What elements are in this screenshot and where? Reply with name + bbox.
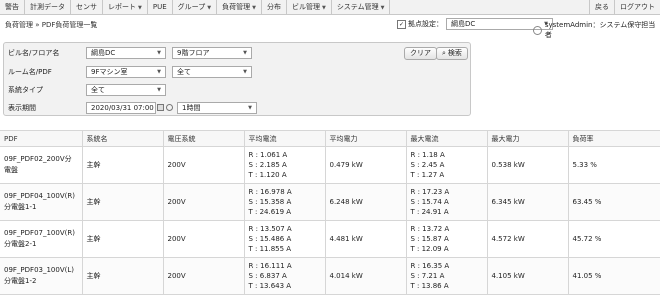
load-rate-cell: 41.05 %: [567, 257, 660, 295]
top-nav: 警告 計測データ センサ レポート ▼ PUE グループ ▼ 負荷管理 ▼ 分布 ビル…: [0, 0, 660, 15]
table-row[interactable]: 09F_PDF07_100V(R)分電盤2-1 主幹 200V R : 13.5…: [0, 220, 660, 258]
site-setting: ✓ 拠点設定： 綱島DC ▼: [397, 18, 553, 30]
nav-item-alerts[interactable]: 警告: [0, 0, 25, 14]
avg-current-cell: R : 16.111 AS : 6.837 AT : 13.643 A: [243, 257, 325, 295]
max-power-cell: 4.105 kW: [486, 257, 568, 295]
caret-down-icon: ▼: [321, 5, 326, 11]
pdf-select[interactable]: 全て ▼: [172, 66, 252, 78]
user-icon: [533, 25, 542, 35]
system-type-select[interactable]: 全て ▼: [86, 84, 166, 96]
pdf-cell[interactable]: 09F_PDF02_200V分電盤: [0, 146, 82, 184]
max-current-cell: R : 16.35 AS : 7.21 AT : 13.86 A: [405, 257, 487, 295]
table-header-row: PDF 系統名 電圧系統 平均電流 平均電力 最大電流 最大電力 負荷率: [0, 130, 660, 147]
nav-item-distribution[interactable]: 分布: [262, 0, 287, 14]
chevron-down-icon: ▼: [243, 50, 247, 56]
load-rate-cell: 45.72 %: [567, 220, 660, 258]
pdf-cell[interactable]: 09F_PDF04_100V(R)分電盤1-1: [0, 183, 82, 221]
system-cell: 主幹: [81, 257, 163, 295]
user-info: systemAdmin：システム保守担当者: [533, 20, 660, 40]
load-rate-cell: 63.45 %: [567, 183, 660, 221]
system-cell: 主幹: [81, 146, 163, 184]
col-header-voltage[interactable]: 電圧系統: [162, 130, 244, 147]
voltage-cell: 200V: [162, 146, 244, 184]
avg-power-cell: 4.014 kW: [324, 257, 406, 295]
search-button[interactable]: ⌕ 検索: [436, 47, 468, 60]
user-label: systemAdmin：システム保守担当者: [544, 21, 656, 39]
range-select[interactable]: 1時間 ▼: [177, 102, 257, 114]
nav-item-sensors[interactable]: センサ: [71, 0, 103, 14]
breadcrumb: 負荷管理 » PDF負荷管理一覧: [5, 21, 98, 29]
col-header-max-current[interactable]: 最大電流: [405, 130, 487, 147]
col-header-load-rate[interactable]: 負荷率: [567, 130, 660, 147]
nav-item-building-management[interactable]: ビル管理 ▼: [287, 0, 332, 14]
pdf-cell[interactable]: 09F_PDF03_100V(L)分電盤1-2: [0, 257, 82, 295]
logout-button[interactable]: ログアウト: [614, 0, 660, 14]
system-type-label: 系統タイプ: [8, 86, 43, 94]
chevron-down-icon: ▼: [157, 69, 161, 75]
pdf-cell[interactable]: 09F_PDF07_100V(R)分電盤2-1: [0, 220, 82, 258]
nav-item-pue[interactable]: PUE: [148, 0, 173, 14]
site-label: 拠点設定：: [408, 20, 443, 28]
caret-down-icon: ▼: [380, 5, 385, 11]
nav-item-reports[interactable]: レポート ▼: [103, 0, 148, 14]
max-current-cell: R : 13.72 AS : 15.87 AT : 12.09 A: [405, 220, 487, 258]
voltage-cell: 200V: [162, 220, 244, 258]
avg-current-cell: R : 16.978 AS : 15.358 AT : 24.619 A: [243, 183, 325, 221]
system-cell: 主幹: [81, 220, 163, 258]
max-power-cell: 0.538 kW: [486, 146, 568, 184]
table-row[interactable]: 09F_PDF04_100V(R)分電盤1-1 主幹 200V R : 16.9…: [0, 183, 660, 221]
voltage-cell: 200V: [162, 257, 244, 295]
chevron-down-icon: ▼: [243, 69, 247, 75]
avg-current-cell: R : 13.507 AS : 15.486 AT : 11.855 A: [243, 220, 325, 258]
room-pdf-label: ルーム名/PDF: [8, 68, 52, 76]
clock-icon[interactable]: [166, 104, 173, 111]
col-header-pdf[interactable]: PDF: [0, 130, 82, 147]
avg-power-cell: 4.481 kW: [324, 220, 406, 258]
nav-item-system-management[interactable]: システム管理 ▼: [332, 0, 391, 14]
max-current-cell: R : 1.18 AS : 2.45 AT : 1.27 A: [405, 146, 487, 184]
building-select[interactable]: 綱島DC ▼: [86, 47, 166, 59]
nav-item-load-management[interactable]: 負荷管理 ▼: [217, 0, 262, 14]
back-button[interactable]: 戻る: [589, 0, 614, 14]
clear-button[interactable]: クリア: [404, 47, 437, 60]
table-row[interactable]: 09F_PDF03_100V(L)分電盤1-2 主幹 200V R : 16.1…: [0, 257, 660, 295]
room-select[interactable]: 9Fマシン室 ▼: [86, 66, 166, 78]
building-floor-label: ビル名/フロア名: [8, 49, 60, 57]
load-rate-cell: 5.33 %: [567, 146, 660, 184]
caret-down-icon: ▼: [252, 5, 256, 11]
voltage-cell: 200V: [162, 183, 244, 221]
filter-panel: ビル名/フロア名 綱島DC ▼ 9階フロア ▼ クリア ⌕ 検索 ルーム名/PD…: [3, 42, 471, 116]
col-header-system[interactable]: 系統名: [81, 130, 163, 147]
chevron-down-icon: ▼: [157, 50, 161, 56]
avg-current-cell: R : 1.061 AS : 2.185 AT : 1.120 A: [243, 146, 325, 184]
table-row[interactable]: 09F_PDF02_200V分電盤 主幹 200V R : 1.061 AS :…: [0, 146, 660, 184]
chevron-down-icon: ▼: [157, 87, 161, 93]
calendar-icon[interactable]: [157, 104, 164, 111]
search-icon: ⌕: [442, 49, 446, 57]
max-power-cell: 6.345 kW: [486, 183, 568, 221]
nav-item-measurements[interactable]: 計測データ: [25, 0, 71, 14]
floor-select[interactable]: 9階フロア ▼: [172, 47, 252, 59]
site-checkbox[interactable]: ✓: [397, 19, 406, 29]
avg-power-cell: 0.479 kW: [324, 146, 406, 184]
nav-item-groups[interactable]: グループ ▼: [173, 0, 218, 14]
col-header-avg-current[interactable]: 平均電流: [243, 130, 325, 147]
chevron-down-icon: ▼: [248, 105, 252, 111]
max-power-cell: 4.572 kW: [486, 220, 568, 258]
avg-power-cell: 6.248 kW: [324, 183, 406, 221]
col-header-max-power[interactable]: 最大電力: [486, 130, 568, 147]
pdf-load-table: PDF 系統名 電圧系統 平均電流 平均電力 最大電流 最大電力 負荷率 09F…: [0, 130, 660, 295]
caret-down-icon: ▼: [138, 5, 142, 11]
max-current-cell: R : 17.23 AS : 15.74 AT : 24.91 A: [405, 183, 487, 221]
date-input[interactable]: 2020/03/31 07:00: [86, 102, 156, 114]
col-header-avg-power[interactable]: 平均電力: [324, 130, 406, 147]
caret-down-icon: ▼: [207, 5, 212, 11]
system-cell: 主幹: [81, 183, 163, 221]
period-label: 表示期間: [8, 104, 36, 112]
